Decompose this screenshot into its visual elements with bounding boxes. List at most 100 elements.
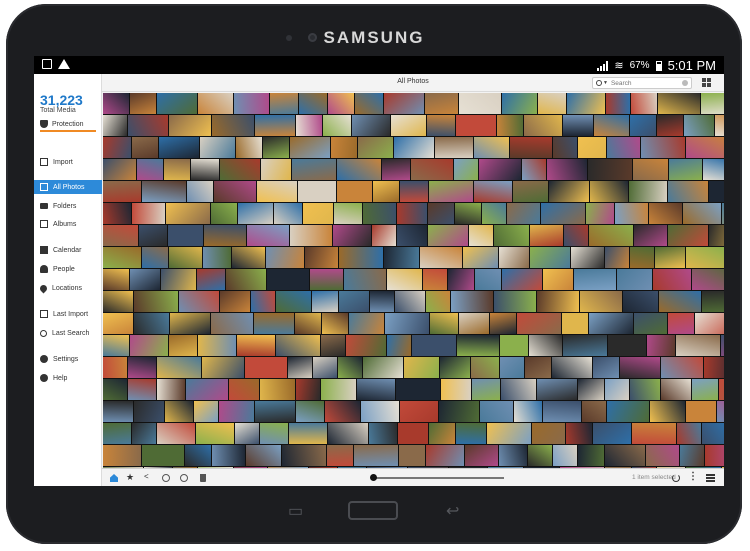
photo-thumbnail[interactable] (567, 93, 605, 114)
photo-thumbnail[interactable] (593, 423, 631, 444)
photo-thumbnail[interactable] (430, 313, 458, 334)
photo-thumbnail[interactable] (605, 445, 645, 466)
photo-thumbnail[interactable] (157, 423, 195, 444)
photo-thumbnail[interactable] (490, 313, 516, 334)
photo-thumbnail[interactable] (578, 445, 604, 466)
photo-thumbnail[interactable] (562, 313, 588, 334)
photo-thumbnail[interactable] (103, 291, 133, 312)
photo-thumbnail[interactable] (647, 335, 675, 356)
photo-thumbnail[interactable] (411, 159, 453, 180)
photo-thumbnail[interactable] (322, 313, 348, 334)
photo-thumbnail[interactable] (132, 137, 158, 158)
photo-thumbnail[interactable] (331, 137, 357, 158)
photo-thumbnail[interactable] (168, 225, 203, 246)
photo-thumbnail[interactable] (373, 181, 399, 202)
photo-thumbnail[interactable] (474, 181, 512, 202)
photo-thumbnail[interactable] (103, 423, 131, 444)
photo-thumbnail[interactable] (537, 379, 577, 400)
sidebar-item-all-photos[interactable]: All Photos (34, 180, 102, 194)
photo-thumbnail[interactable] (337, 181, 372, 202)
photo-thumbnail[interactable] (333, 225, 371, 246)
photo-thumbnail[interactable] (653, 269, 691, 290)
photo-thumbnail[interactable] (588, 159, 632, 180)
photo-thumbnail[interactable] (578, 379, 604, 400)
trash-icon[interactable] (200, 474, 206, 482)
photo-thumbnail[interactable] (139, 225, 167, 246)
photo-thumbnail[interactable] (686, 247, 724, 268)
photo-thumbnail[interactable] (657, 115, 683, 136)
photo-thumbnail[interactable] (211, 203, 237, 224)
photo-thumbnail[interactable] (395, 291, 425, 312)
photo-thumbnail[interactable] (715, 115, 724, 136)
photo-thumbnail[interactable] (354, 445, 398, 466)
photo-thumbnail[interactable] (705, 445, 724, 466)
photo-thumbnail[interactable] (261, 159, 291, 180)
photo-thumbnail[interactable] (620, 357, 660, 378)
photo-thumbnail[interactable] (465, 445, 498, 466)
photo-thumbnail[interactable] (352, 115, 390, 136)
photo-thumbnail[interactable] (630, 379, 660, 400)
photo-thumbnail[interactable] (658, 93, 700, 114)
sidebar-item-albums[interactable]: Albums (34, 217, 102, 231)
photo-thumbnail[interactable] (510, 137, 552, 158)
photo-thumbnail[interactable] (695, 313, 724, 334)
share-icon[interactable]: < (144, 472, 152, 481)
photo-thumbnail[interactable] (255, 401, 295, 422)
photo-thumbnail[interactable] (426, 291, 450, 312)
photo-thumbnail[interactable] (634, 313, 667, 334)
photo-thumbnail[interactable] (355, 93, 383, 114)
photo-thumbnail[interactable] (263, 137, 289, 158)
photo-thumbnail[interactable] (702, 291, 724, 312)
grid-view-icon[interactable] (702, 78, 711, 87)
thumbnail-size-slider[interactable] (374, 477, 504, 479)
photo-thumbnail[interactable] (543, 269, 573, 290)
photo-thumbnail[interactable] (701, 93, 724, 114)
photo-thumbnail[interactable] (722, 203, 724, 224)
photo-thumbnail[interactable] (296, 115, 322, 136)
photo-thumbnail[interactable] (212, 445, 245, 466)
photo-thumbnail[interactable] (236, 137, 262, 158)
photo-thumbnail[interactable] (530, 247, 570, 268)
photo-thumbnail[interactable] (623, 291, 658, 312)
photo-thumbnail[interactable] (103, 335, 129, 356)
photo-thumbnail[interactable] (502, 93, 537, 114)
menu-icon[interactable] (706, 474, 715, 482)
photo-thumbnail[interactable] (103, 115, 127, 136)
photo-thumbnail[interactable] (582, 401, 606, 422)
search-input[interactable] (610, 79, 671, 87)
sidebar-item-calendar[interactable]: Calendar (34, 243, 102, 257)
photo-thumbnail[interactable] (327, 445, 353, 466)
sidebar-item-settings[interactable]: Settings (34, 352, 102, 366)
photo-thumbnail[interactable] (646, 445, 679, 466)
sidebar-item-folders[interactable]: Folders (34, 199, 102, 213)
photo-thumbnail[interactable] (398, 423, 428, 444)
photo-thumbnail[interactable] (346, 335, 386, 356)
photo-thumbnail[interactable] (719, 379, 724, 400)
photo-thumbnail[interactable] (134, 291, 178, 312)
photo-thumbnail[interactable] (547, 159, 587, 180)
photo-thumbnail[interactable] (500, 335, 528, 356)
photo-thumbnail[interactable] (472, 379, 500, 400)
photo-thumbnail[interactable] (219, 401, 254, 422)
photo-thumbnail[interactable] (169, 335, 197, 356)
photo-thumbnail[interactable] (103, 247, 141, 268)
photo-thumbnail[interactable] (649, 203, 682, 224)
photo-thumbnail[interactable] (553, 445, 577, 466)
photo-thumbnail[interactable] (197, 269, 225, 290)
photo-thumbnail[interactable] (440, 357, 470, 378)
photo-thumbnail[interactable] (372, 225, 396, 246)
photo-thumbnail[interactable] (448, 269, 474, 290)
photo-thumbnail[interactable] (282, 445, 326, 466)
photo-thumbnail[interactable] (298, 181, 336, 202)
photo-thumbnail[interactable] (339, 247, 383, 268)
photo-thumbnail[interactable] (631, 93, 657, 114)
photo-thumbnail[interactable] (594, 115, 629, 136)
photo-thumbnail[interactable] (668, 313, 694, 334)
photo-thumbnail[interactable] (525, 357, 551, 378)
photo-thumbnail[interactable] (391, 115, 426, 136)
home-icon[interactable] (110, 474, 118, 482)
photo-thumbnail[interactable] (387, 269, 422, 290)
photo-thumbnail[interactable] (338, 357, 362, 378)
photo-thumbnail[interactable] (397, 203, 427, 224)
photo-thumbnail[interactable] (132, 423, 156, 444)
